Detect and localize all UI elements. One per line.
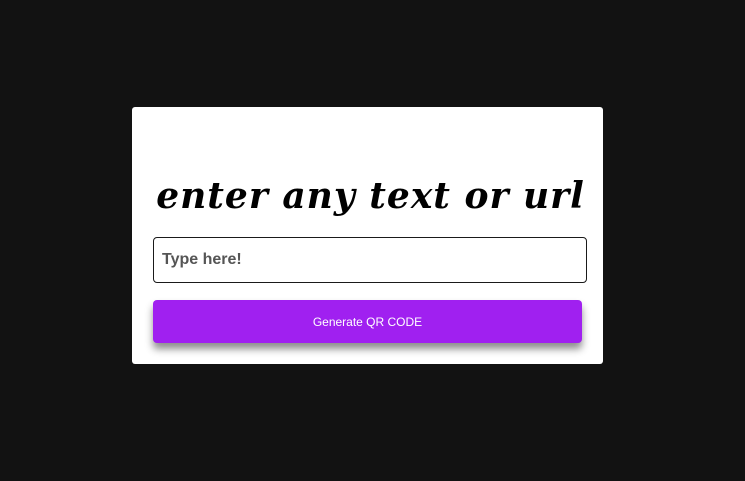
generate-qr-button[interactable]: Generate QR CODE (153, 300, 582, 343)
page-title: enter any text or url (156, 175, 585, 217)
text-url-input[interactable] (153, 237, 587, 283)
